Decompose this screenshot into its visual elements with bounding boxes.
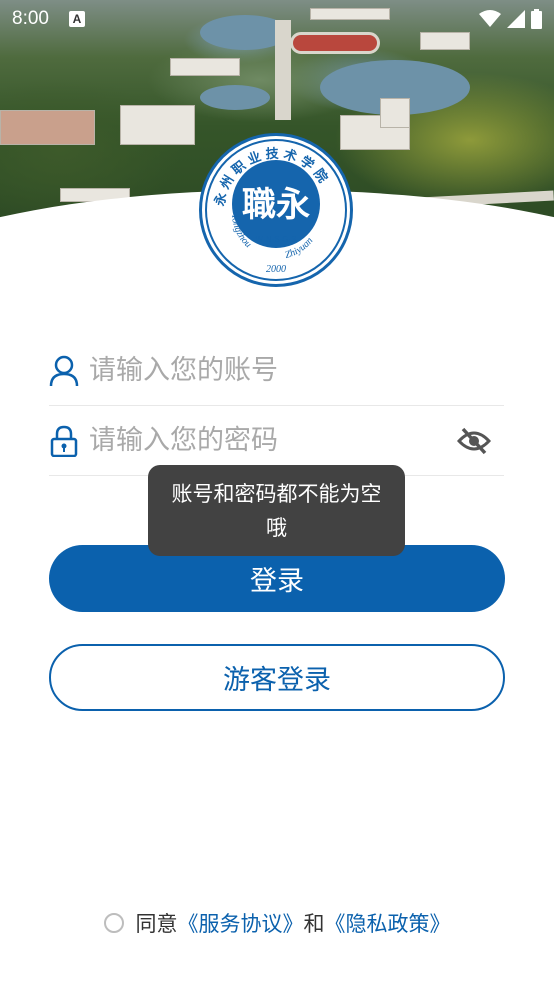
college-emblem: 永州职业技术学院 職永 W·N·S·G·S Yongzhou Zhiyuan 2… xyxy=(205,139,347,281)
user-icon xyxy=(49,355,79,387)
signal-icon xyxy=(507,10,525,28)
wifi-icon xyxy=(479,10,501,27)
agreement-prefix: 同意 xyxy=(135,912,178,936)
service-agreement-link[interactable]: 《服务协议》 xyxy=(178,908,304,938)
eye-off-icon[interactable] xyxy=(454,421,494,461)
lake xyxy=(200,85,270,110)
privacy-policy-link[interactable]: 《隐私政策》 xyxy=(325,908,451,938)
agreement-row: 同意 《服务协议》 和 《隐私政策》 xyxy=(0,906,554,940)
battery-icon xyxy=(531,9,542,29)
account-input[interactable] xyxy=(89,355,504,386)
building xyxy=(170,58,240,76)
lock-icon xyxy=(49,425,79,457)
building xyxy=(0,110,95,145)
notification-icon: A xyxy=(68,11,85,27)
building xyxy=(380,98,410,128)
agree-radio[interactable] xyxy=(103,913,124,933)
agreement-conjunction: 和 xyxy=(303,912,325,936)
logo-center-text: 職永 xyxy=(242,185,310,225)
guest-login-button[interactable]: 游客登录 xyxy=(49,644,505,711)
password-input[interactable] xyxy=(89,425,454,456)
building xyxy=(120,105,195,145)
status-time: 8:00 xyxy=(12,8,49,29)
status-bar: 8:00 A xyxy=(0,0,554,38)
account-field xyxy=(49,336,504,406)
college-logo: 永州职业技术学院 職永 W·N·S·G·S Yongzhou Zhiyuan 2… xyxy=(199,133,353,287)
error-toast: 账号和密码都不能为空哦 xyxy=(148,465,405,556)
logo-letters: W·N·S·G·S xyxy=(256,235,297,244)
logo-year: 2000 xyxy=(266,264,286,275)
